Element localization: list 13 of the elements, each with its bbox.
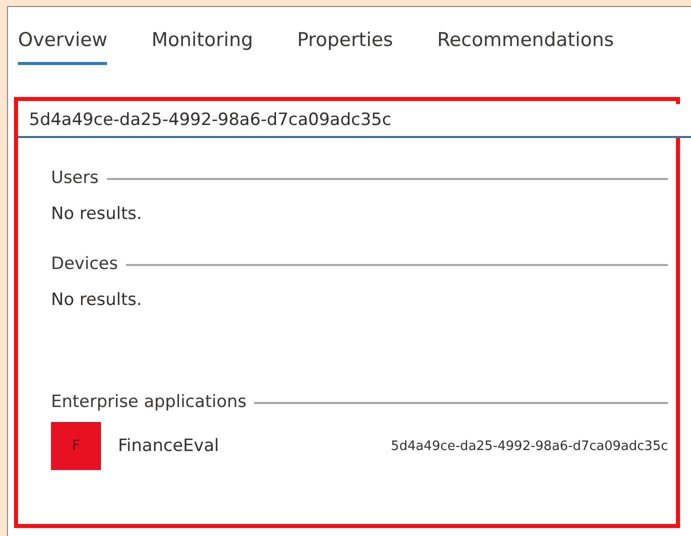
- empty-message: No results.: [51, 204, 143, 224]
- tab[interactable]: Recommendations: [437, 21, 614, 65]
- tab[interactable]: Overview: [18, 21, 108, 65]
- app-avatar: F: [51, 422, 101, 470]
- empty-message: No results.: [51, 290, 143, 310]
- section-title: Enterprise applications: [51, 392, 246, 412]
- app-id: 5d4a49ce-da25-4992-98a6-d7ca09adc35c: [390, 438, 668, 454]
- search-field[interactable]: 5d4a49ce-da25-4992-98a6-d7ca09adc35c: [18, 104, 691, 138]
- section-title: Devices: [51, 254, 118, 274]
- tab[interactable]: Monitoring: [151, 21, 254, 65]
- tab[interactable]: Properties: [297, 21, 394, 65]
- section-title: Users: [51, 168, 99, 188]
- app-name[interactable]: FinanceEval: [118, 436, 219, 456]
